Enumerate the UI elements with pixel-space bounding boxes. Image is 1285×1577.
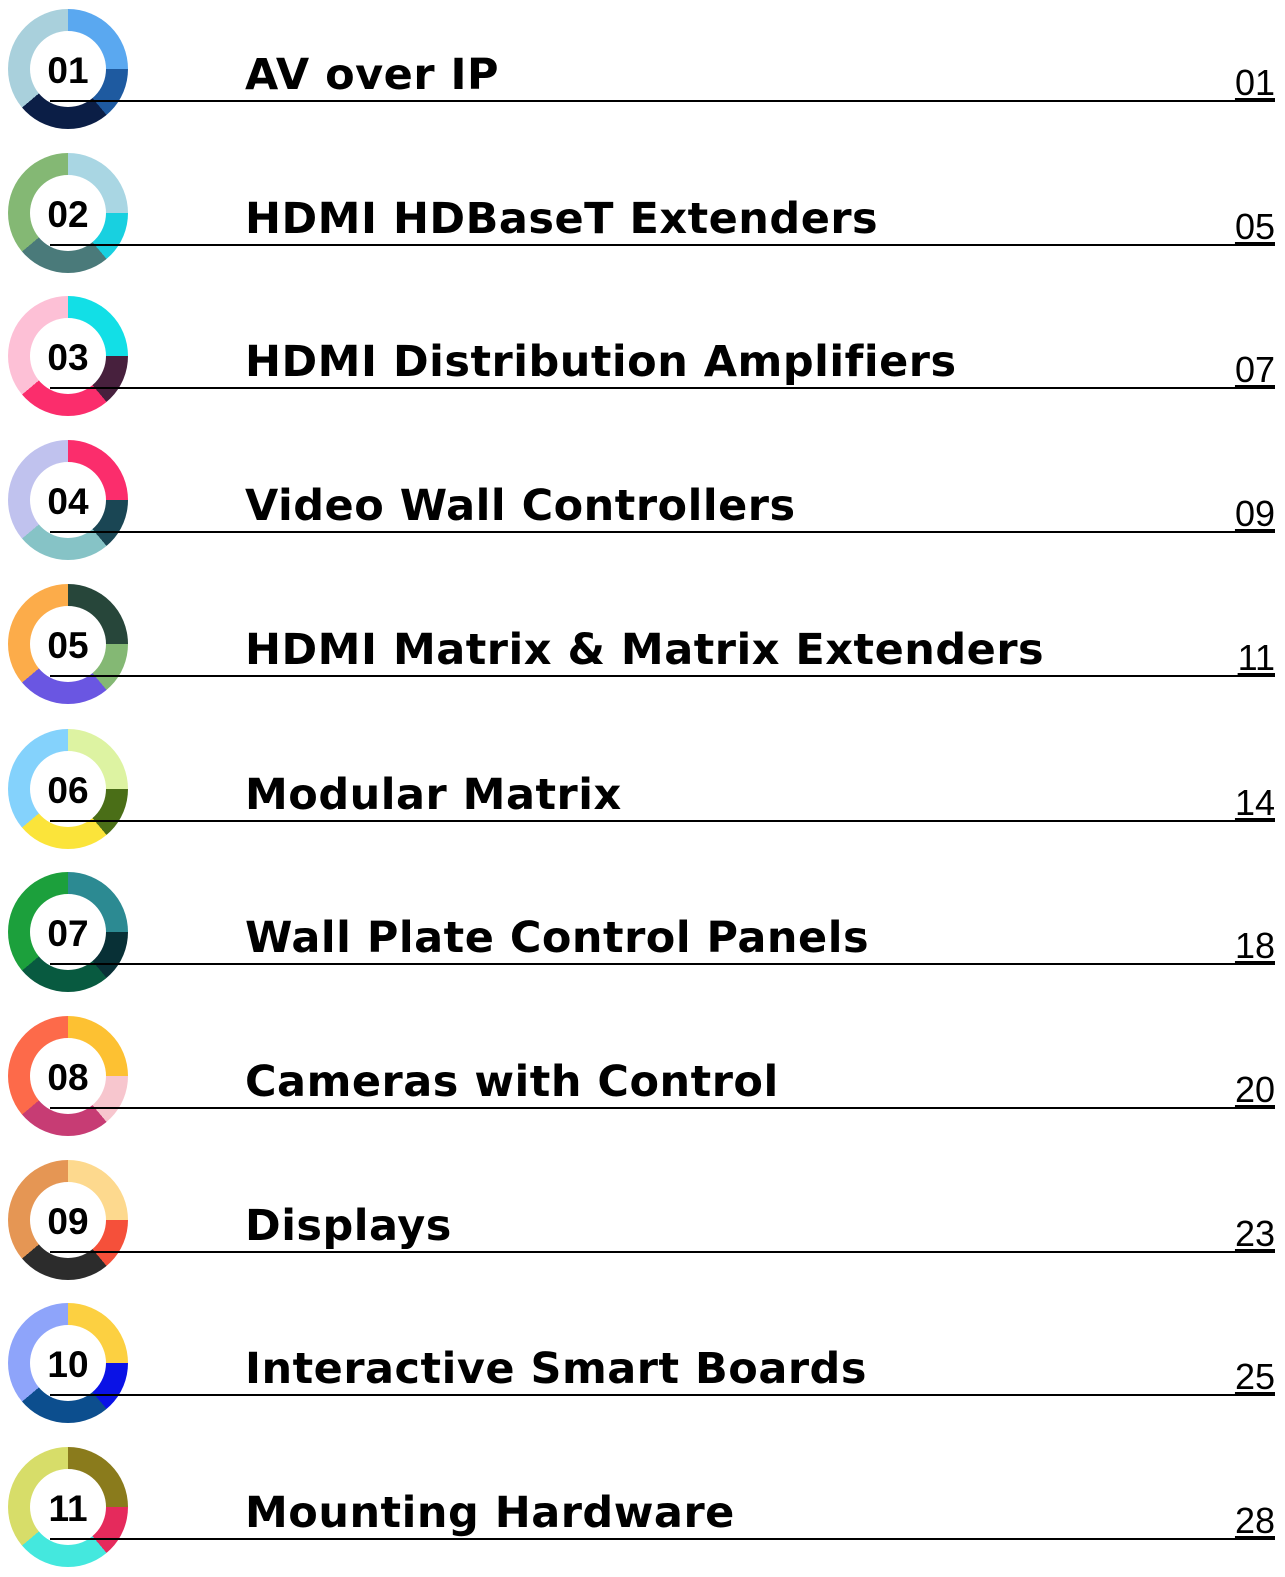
page-number-link[interactable]: 25 <box>1235 1357 1275 1397</box>
leader-rule <box>50 963 1275 965</box>
section-title[interactable]: HDMI Matrix & Matrix Extenders <box>245 624 1044 676</box>
section-number: 03 <box>47 337 89 378</box>
toc-entry[interactable]: 06 Modular Matrix 14 <box>0 729 1285 859</box>
section-title[interactable]: Cameras with Control <box>245 1056 779 1108</box>
page-number-link[interactable]: 09 <box>1235 494 1275 534</box>
leader-rule <box>50 675 1275 677</box>
section-title[interactable]: Interactive Smart Boards <box>245 1343 867 1395</box>
section-number: 02 <box>47 194 89 235</box>
section-title[interactable]: Modular Matrix <box>245 769 622 821</box>
leader-rule <box>50 1107 1275 1109</box>
toc-entry[interactable]: 07 Wall Plate Control Panels 18 <box>0 872 1285 1002</box>
page-number-link[interactable]: 07 <box>1235 350 1275 390</box>
toc-entry[interactable]: 05 HDMI Matrix & Matrix Extenders 11 <box>0 584 1285 714</box>
section-title[interactable]: HDMI HDBaseT Extenders <box>245 193 878 245</box>
section-title[interactable]: AV over IP <box>245 49 499 101</box>
toc-entry[interactable]: 03 HDMI Distribution Amplifiers 07 <box>0 296 1285 426</box>
toc-entry[interactable]: 11 Mounting Hardware 28 <box>0 1447 1285 1577</box>
page-number-link[interactable]: 05 <box>1235 207 1275 247</box>
section-number: 05 <box>47 625 89 666</box>
section-number: 04 <box>47 481 89 522</box>
page-number-link[interactable]: 28 <box>1235 1501 1275 1541</box>
page-number-link[interactable]: 01 <box>1235 63 1275 103</box>
leader-rule <box>50 100 1275 102</box>
section-number: 07 <box>47 913 89 954</box>
leader-rule <box>50 387 1275 389</box>
table-of-contents: 01 AV over IP 01 02 HDMI HDBaseT Extenders 05… <box>0 0 1285 1567</box>
section-title[interactable]: Mounting Hardware <box>245 1487 735 1539</box>
section-number: 10 <box>47 1344 89 1385</box>
section-number: 11 <box>48 1488 88 1529</box>
section-title[interactable]: HDMI Distribution Amplifiers <box>245 336 957 388</box>
page-number-link[interactable]: 23 <box>1235 1214 1275 1254</box>
toc-entry[interactable]: 09 Displays 23 <box>0 1160 1285 1290</box>
toc-entry[interactable]: 01 AV over IP 01 <box>0 9 1285 139</box>
leader-rule <box>50 531 1275 533</box>
toc-entry[interactable]: 04 Video Wall Controllers 09 <box>0 440 1285 570</box>
leader-rule <box>50 1538 1275 1540</box>
section-number: 01 <box>47 50 89 91</box>
section-title[interactable]: Displays <box>245 1200 452 1252</box>
section-number: 06 <box>47 770 89 811</box>
toc-entry[interactable]: 08 Cameras with Control 20 <box>0 1016 1285 1146</box>
section-number: 08 <box>47 1057 89 1098</box>
leader-rule <box>50 1251 1275 1253</box>
section-number: 09 <box>47 1201 89 1242</box>
section-title[interactable]: Wall Plate Control Panels <box>245 912 869 964</box>
page-number-link[interactable]: 11 <box>1238 638 1275 678</box>
section-title[interactable]: Video Wall Controllers <box>245 480 796 532</box>
page-number-link[interactable]: 18 <box>1235 926 1275 966</box>
leader-rule <box>50 1394 1275 1396</box>
leader-rule <box>50 820 1275 822</box>
toc-entry[interactable]: 02 HDMI HDBaseT Extenders 05 <box>0 153 1285 283</box>
page-number-link[interactable]: 20 <box>1235 1070 1275 1110</box>
page-number-link[interactable]: 14 <box>1235 783 1275 823</box>
leader-rule <box>50 244 1275 246</box>
toc-entry[interactable]: 10 Interactive Smart Boards 25 <box>0 1303 1285 1433</box>
